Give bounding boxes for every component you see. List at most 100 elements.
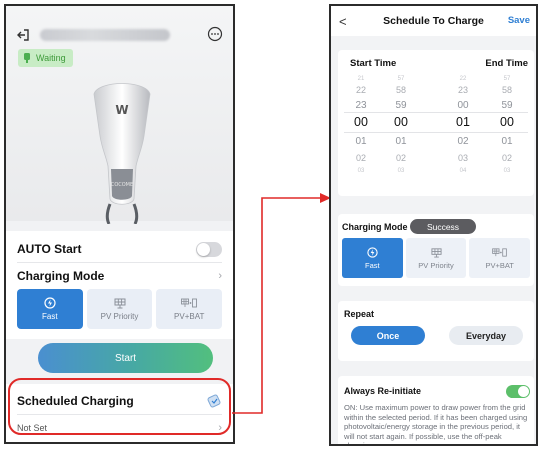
time-wheel-value[interactable]: 03: [490, 168, 524, 174]
device-name-blurred: [40, 29, 170, 41]
device-hero: Waiting W COCOME: [6, 6, 233, 224]
charging-mode-label: Charging Mode: [342, 222, 408, 232]
end-time-label: End Time: [485, 58, 528, 69]
selection-line: [344, 112, 528, 113]
mode-pv-bat-button[interactable]: PV+BAT: [469, 238, 531, 278]
connector-arrow: [232, 193, 331, 414]
settings-card: AUTO Start Charging Mode › Fast PV Prior…: [6, 231, 233, 339]
mode-pv-bat-label: PV+BAT: [485, 260, 514, 270]
time-wheel-value[interactable]: 01: [344, 136, 378, 147]
charger-image: W COCOME: [93, 83, 151, 224]
auto-start-row: AUTO Start: [17, 241, 222, 257]
mode-pv-priority-button[interactable]: PV Priority: [86, 289, 153, 329]
start-button[interactable]: Start: [38, 343, 213, 373]
time-picker-card: Start Time End Time 21 57 22 57 22 58 23 58 23 59…: [338, 50, 534, 196]
start-time-label: Start Time: [350, 58, 397, 69]
charging-mode-label: Charging Mode: [17, 269, 105, 283]
time-wheel-value[interactable]: 22: [344, 85, 378, 95]
success-toast: Success: [410, 219, 476, 234]
solar-panel-icon: [114, 298, 125, 309]
solar-battery-icon: [181, 298, 198, 308]
app-home-screen: Waiting W COCOME AUTO Start Charging Mod…: [4, 4, 235, 444]
time-wheel-value[interactable]: 03: [344, 168, 378, 174]
charger-status-icon: [24, 53, 30, 63]
mode-fast-button[interactable]: Fast: [342, 238, 403, 278]
time-wheel-value[interactable]: 02: [384, 153, 418, 163]
schedule-value-row[interactable]: Not Set ›: [17, 421, 222, 435]
always-reinitiate-row: Always Re-initiate: [344, 384, 530, 398]
time-wheel-value[interactable]: 23: [344, 100, 378, 111]
mode-fast-label: Fast: [365, 260, 380, 270]
time-wheel-value[interactable]: 01: [384, 136, 418, 147]
fast-charge-icon: [44, 297, 56, 309]
always-reinitiate-card: Always Re-initiate ON: Use maximum power…: [338, 376, 534, 446]
fast-charge-icon: [367, 246, 378, 258]
time-wheels[interactable]: 21 57 22 57 22 58 23 58 23 59 00 59 00 00 01 00 01 01 02 01…: [338, 76, 534, 192]
solar-panel-icon: [430, 247, 442, 257]
repeat-selector: Once Everyday: [351, 326, 523, 345]
chevron-right-icon: ›: [218, 422, 222, 434]
status-text: Waiting: [36, 53, 66, 63]
mode-fast-label: Fast: [42, 312, 58, 321]
auto-start-toggle[interactable]: [196, 241, 222, 257]
time-wheel-value[interactable]: 23: [446, 85, 480, 95]
mode-pv-priority-button[interactable]: PV Priority: [405, 238, 467, 278]
mode-pv-bat-label: PV+BAT: [174, 312, 205, 321]
divider: [17, 414, 222, 415]
mode-pv-bat-button[interactable]: PV+BAT: [156, 289, 223, 329]
charger-brand: COCOME: [111, 182, 133, 188]
time-wheel-value[interactable]: 21: [344, 76, 378, 82]
solar-battery-icon: [492, 247, 507, 257]
selection-line: [344, 132, 528, 133]
save-button[interactable]: Save: [508, 15, 530, 26]
always-reinitiate-label: Always Re-initiate: [344, 386, 422, 396]
time-wheel-value[interactable]: 58: [490, 85, 524, 95]
time-wheel-value[interactable]: 57: [384, 76, 418, 82]
repeat-once-button[interactable]: Once: [351, 326, 425, 345]
status-badge: Waiting: [18, 49, 73, 67]
time-picker-header: Start Time End Time: [338, 58, 534, 72]
scheduled-charging-card[interactable]: Scheduled Charging Not Set ›: [6, 384, 233, 442]
repeat-label: Repeat: [344, 309, 375, 319]
always-reinitiate-toggle[interactable]: [506, 384, 530, 398]
scheduled-charging-row: Scheduled Charging: [17, 393, 222, 409]
schedule-value: Not Set: [17, 423, 48, 433]
charging-mode-card: Charging Mode Success Fast PV Priority P…: [338, 214, 534, 286]
time-wheel-value[interactable]: 57: [490, 76, 524, 82]
time-wheel-value[interactable]: 02: [446, 136, 480, 147]
mode-pv-priority-label: PV Priority: [100, 312, 139, 321]
repeat-everyday-button[interactable]: Everyday: [449, 326, 523, 345]
time-wheel-value[interactable]: 02: [490, 153, 524, 163]
divider: [17, 262, 222, 263]
more-options-icon[interactable]: [207, 26, 223, 42]
time-wheel-value[interactable]: 00: [344, 115, 378, 129]
always-reinitiate-description: ON: Use maximum power to draw power from…: [344, 403, 528, 446]
page-title: Schedule To Charge: [383, 15, 484, 27]
charging-mode-row[interactable]: Charging Mode ›: [17, 269, 222, 283]
time-wheel-value[interactable]: 00: [490, 115, 524, 129]
time-wheel-value[interactable]: 22: [446, 76, 480, 82]
back-arrow-icon[interactable]: <: [339, 14, 347, 29]
exit-icon[interactable]: [16, 28, 30, 42]
mode-pv-priority-label: PV Priority: [418, 260, 454, 270]
mode-fast-button[interactable]: Fast: [17, 289, 83, 329]
time-wheel-value[interactable]: 03: [384, 168, 418, 174]
charging-mode-selector: Fast PV Priority PV+BAT: [342, 238, 531, 278]
charging-mode-selector: Fast PV Priority PV+BAT: [17, 289, 223, 329]
auto-start-label: AUTO Start: [17, 242, 82, 256]
chevron-right-icon: ›: [218, 270, 222, 282]
charger-logo: W: [115, 103, 128, 117]
schedule-screen: < Schedule To Charge Save Start Time End…: [329, 4, 538, 446]
time-wheel-value[interactable]: 00: [446, 100, 480, 111]
time-wheel-value[interactable]: 01: [446, 115, 480, 129]
time-wheel-value[interactable]: 00: [384, 115, 418, 129]
schedule-icon: [207, 394, 221, 408]
time-wheel-value[interactable]: 02: [344, 153, 378, 163]
time-wheel-value[interactable]: 03: [446, 153, 480, 163]
time-wheel-value[interactable]: 59: [384, 100, 418, 111]
time-wheel-value[interactable]: 04: [446, 168, 480, 174]
time-wheel-value[interactable]: 59: [490, 100, 524, 111]
time-wheel-value[interactable]: 58: [384, 85, 418, 95]
repeat-card: Repeat Once Everyday: [338, 301, 534, 361]
time-wheel-value[interactable]: 01: [490, 136, 524, 147]
